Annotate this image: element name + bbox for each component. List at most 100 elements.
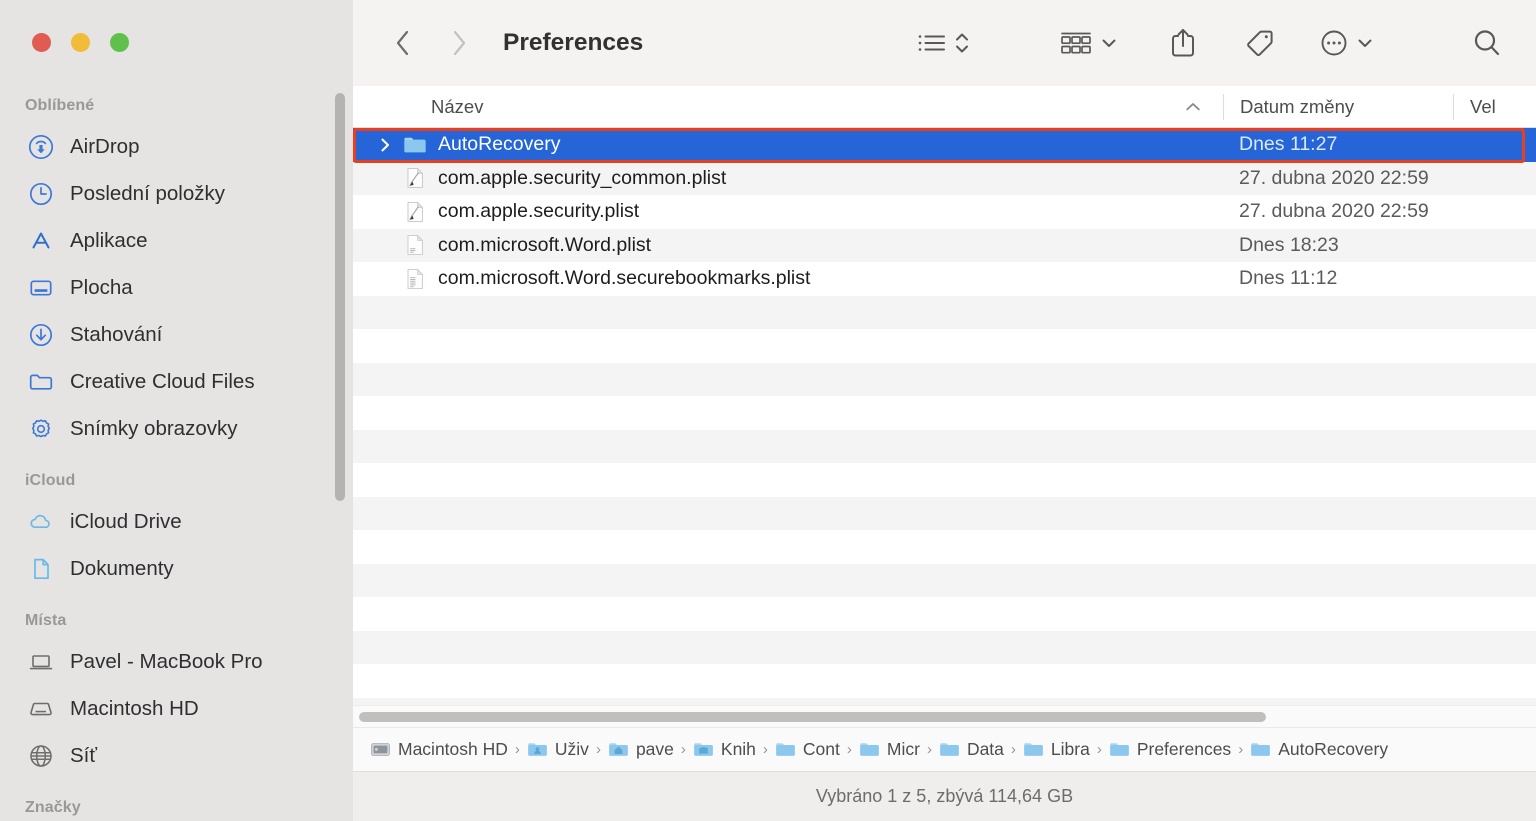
clock-icon — [28, 181, 54, 207]
sidebar-item-label: Stahování — [70, 323, 162, 347]
plist-file-icon — [403, 233, 427, 257]
sidebar-item-label: Aplikace — [70, 229, 148, 253]
cloud-icon — [28, 509, 54, 535]
chevron-down-icon[interactable] — [1099, 33, 1119, 53]
file-name-cell: com.microsoft.Word.plist — [353, 233, 1223, 257]
list-view-icon[interactable] — [917, 30, 947, 56]
sidebar-item-label: Creative Cloud Files — [70, 370, 255, 394]
document-icon — [28, 556, 54, 582]
breadcrumb-label: Uživ — [555, 739, 589, 760]
column-header-row: Název Datum změny Vel — [353, 86, 1536, 128]
breadcrumb-separator: › — [681, 741, 686, 758]
ellipsis-circle-icon[interactable] — [1319, 28, 1349, 58]
column-header-name-label: Název — [431, 96, 483, 118]
library-folder-icon — [693, 739, 714, 760]
horizontal-scrollbar-thumb[interactable] — [359, 712, 1266, 722]
sidebar-item-recents[interactable]: Poslední položky — [0, 170, 353, 217]
breadcrumb-item-knihovna[interactable]: Knih — [693, 739, 756, 760]
sidebar-scrollbar[interactable] — [335, 93, 345, 501]
plist-alias-icon — [403, 200, 427, 224]
minimize-button[interactable] — [71, 33, 90, 52]
column-header-name[interactable]: Název — [353, 96, 1163, 118]
sidebar-item-label: Macintosh HD — [70, 697, 199, 721]
sidebar-item-desktop[interactable]: Plocha — [0, 264, 353, 311]
folder-icon — [939, 739, 960, 760]
sidebar-item-downloads[interactable]: Stahování — [0, 311, 353, 358]
empty-row — [353, 631, 1536, 665]
sidebar-item-label: Síť — [70, 744, 97, 768]
breadcrumb-item-users[interactable]: Uživ — [527, 739, 589, 760]
sidebar-item-network[interactable]: Síť — [0, 732, 353, 779]
chevron-down-icon[interactable] — [1355, 33, 1375, 53]
breadcrumb-item-preferences[interactable]: Preferences — [1109, 739, 1231, 760]
breadcrumb-label: Libra — [1051, 739, 1090, 760]
empty-row — [353, 530, 1536, 564]
sidebar-item-documents[interactable]: Dokumenty — [0, 545, 353, 592]
column-header-size[interactable]: Vel — [1453, 94, 1536, 120]
breadcrumb-item-containers[interactable]: Cont — [775, 739, 840, 760]
sort-updown-icon[interactable] — [953, 29, 971, 57]
table-row[interactable]: com.apple.security_common.plist 27. dubn… — [353, 162, 1536, 196]
forward-button[interactable] — [442, 23, 476, 63]
gear-icon — [28, 416, 54, 442]
file-name-cell: com.apple.security_common.plist — [353, 166, 1223, 190]
sidebar-item-pavel-macbook-pro[interactable]: Pavel - MacBook Pro — [0, 638, 353, 685]
group-by-icon[interactable] — [1059, 29, 1093, 57]
downloads-icon — [28, 322, 54, 348]
empty-row — [353, 597, 1536, 631]
sidebar-item-label: iCloud Drive — [70, 510, 182, 534]
tag-icon[interactable] — [1245, 28, 1275, 58]
close-button[interactable] — [32, 33, 51, 52]
breadcrumb-label: pave — [636, 739, 674, 760]
sidebar-scroll-container: Oblíbené AirDrop — [0, 86, 353, 821]
empty-row — [353, 296, 1536, 330]
folder-icon — [1109, 739, 1130, 760]
breadcrumb-separator: › — [1097, 741, 1102, 758]
empty-row — [353, 664, 1536, 698]
back-button[interactable] — [386, 23, 420, 63]
sidebar-item-icloud-drive[interactable]: iCloud Drive — [0, 498, 353, 545]
empty-row — [353, 430, 1536, 464]
column-header-date-modified[interactable]: Datum změny — [1223, 94, 1453, 120]
zoom-button[interactable] — [110, 33, 129, 52]
breadcrumb-item-microsoft[interactable]: Micr — [859, 739, 920, 760]
breadcrumb-item-data[interactable]: Data — [939, 739, 1004, 760]
sidebar-item-screenshots[interactable]: Snímky obrazovky — [0, 405, 353, 452]
network-globe-icon — [28, 743, 54, 769]
breadcrumb-item-macintosh-hd[interactable]: Macintosh HD — [370, 739, 508, 760]
breadcrumb-label: Data — [967, 739, 1004, 760]
disclosure-triangle-icon[interactable] — [375, 137, 395, 153]
file-name-label: AutoRecovery — [438, 133, 560, 156]
breadcrumb-item-pavel[interactable]: pave — [608, 739, 674, 760]
folder-icon — [28, 369, 54, 395]
sidebar-section-favorites-title: Oblíbené — [0, 95, 353, 117]
search-icon[interactable] — [1471, 27, 1503, 59]
table-row[interactable]: com.apple.security.plist 27. dubna 2020 … — [353, 195, 1536, 229]
sidebar-item-label: Plocha — [70, 276, 133, 300]
sidebar-item-macintosh-hd[interactable]: Macintosh HD — [0, 685, 353, 732]
harddisk-icon — [28, 696, 54, 722]
breadcrumb-item-library[interactable]: Libra — [1023, 739, 1090, 760]
breadcrumb-separator: › — [1011, 741, 1016, 758]
breadcrumb-item-autorecovery[interactable]: AutoRecovery — [1250, 739, 1388, 760]
folder-icon — [775, 739, 796, 760]
share-icon[interactable] — [1169, 26, 1197, 60]
file-date-cell: 27. dubna 2020 22:59 — [1223, 200, 1453, 223]
sidebar-item-airdrop[interactable]: AirDrop — [0, 123, 353, 170]
column-header-date-label: Datum změny — [1240, 96, 1354, 118]
applications-icon — [28, 228, 54, 254]
sidebar-item-label: AirDrop — [70, 135, 140, 159]
sidebar-item-creative-cloud-files[interactable]: Creative Cloud Files — [0, 358, 353, 405]
breadcrumb-separator: › — [596, 741, 601, 758]
breadcrumb-label: AutoRecovery — [1278, 739, 1388, 760]
file-name-cell: com.apple.security.plist — [353, 200, 1223, 224]
table-row[interactable]: com.microsoft.Word.plist Dnes 18:23 — [353, 229, 1536, 263]
horizontal-scrollbar-track[interactable] — [353, 705, 1536, 727]
table-row[interactable]: com.microsoft.Word.securebookmarks.plist… — [353, 262, 1536, 296]
file-name-label: com.apple.security_common.plist — [438, 167, 726, 190]
table-row[interactable]: AutoRecovery Dnes 11:27 — [353, 128, 1536, 162]
breadcrumb-separator: › — [515, 741, 520, 758]
status-bar-text: Vybráno 1 z 5, zbývá 114,64 GB — [816, 786, 1073, 807]
sidebar-item-applications[interactable]: Aplikace — [0, 217, 353, 264]
breadcrumb-label: Cont — [803, 739, 840, 760]
